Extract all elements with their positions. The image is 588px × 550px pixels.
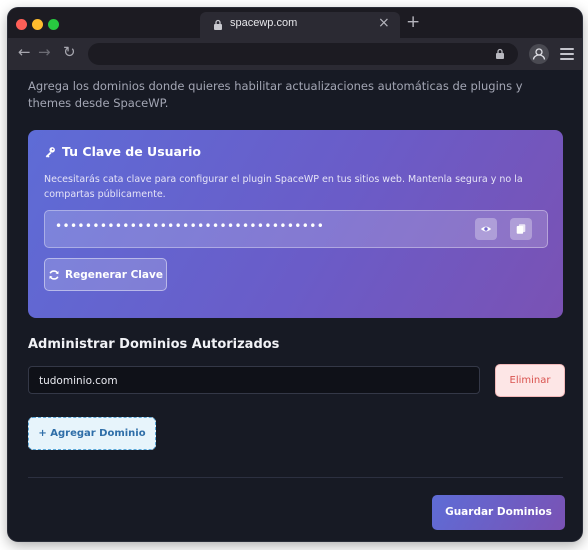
add-domain-button[interactable]: + Agregar Dominio bbox=[28, 417, 156, 450]
masked-key: •••••••••••••••••••••••••••••••••••• bbox=[55, 219, 325, 233]
key-card-title-text: Tu Clave de Usuario bbox=[62, 144, 202, 159]
browser-toolbar: ← → ↻ bbox=[8, 38, 582, 70]
tab-title: spacewp.com bbox=[230, 17, 298, 29]
user-key-card: Tu Clave de Usuario Necesitarás cata cla… bbox=[28, 130, 563, 318]
close-window-button[interactable] bbox=[16, 19, 27, 30]
copy-key-button[interactable] bbox=[510, 218, 532, 240]
account-icon[interactable] bbox=[529, 44, 549, 64]
regenerate-key-button[interactable]: Regenerar Clave bbox=[44, 258, 167, 291]
minimize-window-button[interactable] bbox=[32, 19, 43, 30]
eye-icon bbox=[480, 226, 492, 232]
regenerate-label: Regenerar Clave bbox=[65, 268, 163, 281]
remove-domain-button[interactable]: Eliminar bbox=[495, 364, 565, 397]
show-key-button[interactable] bbox=[475, 218, 497, 240]
address-bar[interactable] bbox=[88, 43, 518, 65]
domains-section-title: Administrar Dominios Autorizados bbox=[28, 337, 280, 352]
lock-icon bbox=[214, 19, 222, 30]
browser-window: spacewp.com × + ← → ↻ Agrega los dominio… bbox=[8, 8, 582, 541]
key-card-title: Tu Clave de Usuario bbox=[44, 144, 201, 159]
page-content: Agrega los dominios donde quieres habili… bbox=[8, 70, 582, 541]
divider bbox=[28, 477, 563, 478]
forward-arrow-icon[interactable]: → bbox=[38, 43, 51, 61]
zoom-window-button[interactable] bbox=[48, 19, 59, 30]
menu-icon[interactable] bbox=[560, 48, 574, 63]
tab-spacewp[interactable]: spacewp.com × bbox=[200, 12, 400, 38]
copy-icon bbox=[516, 224, 526, 234]
key-icon bbox=[45, 147, 55, 158]
refresh-icon bbox=[49, 269, 59, 280]
intro-text: Agrega los dominios donde quieres habili… bbox=[28, 79, 523, 110]
key-card-description: Necesitarás cata clave para configurar e… bbox=[44, 174, 523, 200]
reload-icon[interactable]: ↻ bbox=[63, 43, 76, 61]
new-tab-icon[interactable]: + bbox=[406, 12, 420, 32]
back-arrow-icon[interactable]: ← bbox=[18, 43, 31, 61]
tab-strip: spacewp.com × + bbox=[8, 8, 582, 38]
domain-input[interactable]: tudominio.com bbox=[28, 366, 480, 394]
save-domains-button[interactable]: Guardar Dominios bbox=[432, 495, 565, 530]
close-tab-icon[interactable]: × bbox=[378, 15, 390, 31]
lock-icon bbox=[496, 48, 504, 59]
user-key-field[interactable]: •••••••••••••••••••••••••••••••••••• bbox=[44, 210, 548, 248]
